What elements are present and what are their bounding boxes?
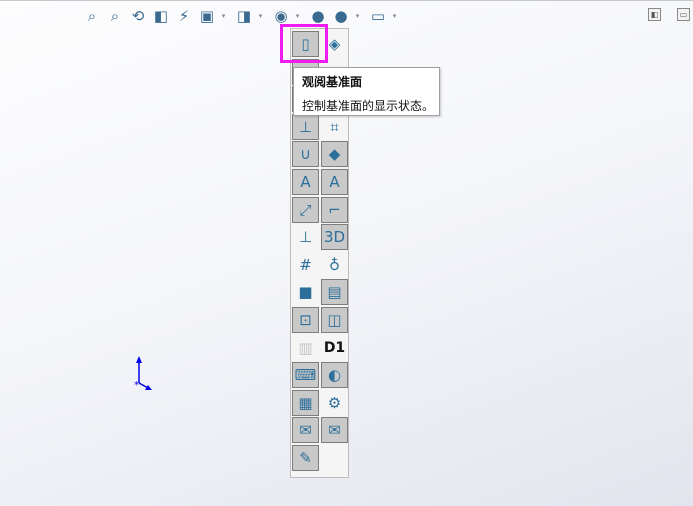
view-decals-icon: ▤ bbox=[327, 283, 342, 302]
restore-button[interactable]: ◧ bbox=[648, 8, 661, 21]
dropdown-arrow-icon[interactable]: ▾ bbox=[391, 12, 398, 20]
view-disabled-item-button[interactable]: ▥ bbox=[292, 335, 319, 361]
view-weld-beads-button[interactable]: ▦ bbox=[292, 389, 319, 416]
view-settings-button[interactable]: ▭ bbox=[368, 6, 388, 26]
view-cameras-icon: ■ bbox=[298, 283, 313, 302]
view-annotations-button[interactable]: A bbox=[292, 168, 319, 195]
zoom-to-area-button[interactable]: ⌕ bbox=[105, 6, 125, 26]
display-style-icon: ◨ bbox=[236, 7, 252, 25]
view-parts-icon: ◫ bbox=[327, 310, 342, 329]
view-surfaces-icon: ◆ bbox=[328, 145, 341, 164]
view-disabled-item-icon: ▥ bbox=[298, 338, 313, 357]
view-sketch-relations-button[interactable]: ⊥ bbox=[292, 224, 319, 250]
view-mates-icon: ⚙ bbox=[327, 393, 342, 412]
view-sketches-icon: ⌐ bbox=[328, 200, 341, 219]
view-lights-icon: ♁ bbox=[329, 255, 340, 274]
view-grid-button[interactable]: # bbox=[292, 252, 319, 278]
tooltip: 观阅基准面 控制基准面的显示状态。 bbox=[293, 67, 440, 116]
view-center-of-mass-icon: ◐ bbox=[327, 366, 342, 385]
view-routing-points-button[interactable]: ⌨ bbox=[292, 362, 319, 389]
view-mates-button[interactable]: ⚙ bbox=[321, 390, 348, 416]
top-border bbox=[0, 0, 693, 1]
view-surfaces-button[interactable]: ◆ bbox=[321, 141, 348, 168]
view-sketch-relations-icon: ⊥ bbox=[298, 228, 313, 247]
window-buttons: ◧ ▭ bbox=[648, 8, 690, 21]
view-sketches-button[interactable]: ⌐ bbox=[321, 196, 348, 223]
view-dimension-names-button[interactable]: ⤢ bbox=[292, 196, 319, 223]
view-axes-icon: ◈ bbox=[328, 35, 341, 53]
edit-appearance-button[interactable]: ● bbox=[308, 6, 328, 26]
view-annotations-icon: A bbox=[300, 172, 311, 191]
view-coordinate-systems-button[interactable]: ⊥ bbox=[292, 113, 319, 140]
view-routing-points-icon: ⌨ bbox=[294, 366, 317, 385]
apply-scene-button[interactable]: ● bbox=[331, 6, 351, 26]
view-markups-button[interactable]: ✉ bbox=[292, 417, 319, 444]
view-3d-sketch-planes-icon: 3D bbox=[323, 228, 346, 247]
svg-text:*: * bbox=[134, 380, 139, 391]
maximize-button[interactable]: ▭ bbox=[677, 8, 690, 21]
view-all-annotations-button[interactable]: A bbox=[321, 168, 348, 195]
apply-scene-icon: ● bbox=[334, 7, 348, 25]
coordinate-triad-icon: * bbox=[134, 356, 152, 391]
view-cameras-button[interactable]: ■ bbox=[292, 279, 319, 305]
view-coordinate-systems-icon: ⊥ bbox=[298, 117, 313, 136]
dropdown-arrow-icon[interactable]: ▾ bbox=[257, 12, 264, 20]
view-sketch-text-icon: ⌗ bbox=[330, 117, 339, 136]
view-decals-button[interactable]: ▤ bbox=[321, 279, 348, 306]
view-dimension-names-icon: ⤢ bbox=[299, 200, 312, 219]
zoom-to-fit-button[interactable]: ⌕ bbox=[82, 6, 102, 26]
heads-up-view-toolbar: ⌕ ⌕ ⟲ ◧ ⚡ ▣ ▾ ◨ ▾ ◉ ▾ ● ● ▾ ▭ ▾ bbox=[82, 5, 402, 27]
view-weld-beads-icon: ▦ bbox=[298, 393, 313, 412]
view-dimension-labels-button[interactable]: D1 bbox=[321, 335, 348, 361]
previous-view-icon: ⟲ bbox=[131, 7, 145, 25]
view-curves-button[interactable]: ∪ bbox=[292, 141, 319, 168]
view-all-markups-button[interactable]: ✉ bbox=[321, 417, 348, 444]
dropdown-arrow-icon[interactable]: ▾ bbox=[294, 12, 301, 20]
highlight-box bbox=[280, 24, 328, 63]
view-markups-icon: ✉ bbox=[299, 421, 312, 440]
previous-view-button[interactable]: ⟲ bbox=[128, 6, 148, 26]
view-curves-icon: ∪ bbox=[300, 145, 311, 164]
dropdown-arrow-icon[interactable]: ▾ bbox=[220, 12, 227, 20]
zoom-to-fit-icon: ⌕ bbox=[87, 7, 97, 25]
view-lights-button[interactable]: ♁ bbox=[321, 252, 348, 278]
view-all-annotations-icon: A bbox=[329, 172, 340, 191]
hide-show-items-icon: ◉ bbox=[274, 7, 288, 25]
section-view-icon: ◧ bbox=[153, 7, 169, 25]
view-parts-button[interactable]: ◫ bbox=[321, 306, 348, 333]
dynamic-annotation-views-button[interactable]: ⚡ bbox=[174, 6, 194, 26]
dynamic-annotation-views-icon: ⚡ bbox=[178, 7, 190, 25]
view-connection-points-button[interactable]: ⊡ bbox=[292, 306, 319, 333]
section-view-button[interactable]: ◧ bbox=[151, 6, 171, 26]
view-sketch-freeform-button[interactable]: ✎ bbox=[292, 444, 319, 471]
tooltip-description: 控制基准面的显示状态。 bbox=[302, 99, 435, 113]
view-connection-points-icon: ⊡ bbox=[299, 310, 312, 329]
edit-appearance-icon: ● bbox=[311, 7, 325, 25]
view-sketch-text-button[interactable]: ⌗ bbox=[321, 114, 348, 140]
zoom-to-area-icon: ⌕ bbox=[110, 7, 120, 25]
view-settings-icon: ▭ bbox=[370, 7, 386, 25]
view-orientation-icon: ▣ bbox=[199, 7, 215, 25]
view-all-markups-icon: ✉ bbox=[328, 421, 341, 440]
view-sketch-freeform-icon: ✎ bbox=[299, 448, 312, 467]
view-grid-icon: # bbox=[299, 255, 312, 274]
view-center-of-mass-button[interactable]: ◐ bbox=[321, 362, 348, 389]
dropdown-arrow-icon[interactable]: ▾ bbox=[354, 12, 361, 20]
display-style-button[interactable]: ◨ bbox=[234, 6, 254, 26]
tooltip-title: 观阅基准面 bbox=[302, 75, 363, 89]
hide-show-items-button[interactable]: ◉ bbox=[271, 6, 291, 26]
view-orientation-button[interactable]: ▣ bbox=[197, 6, 217, 26]
view-3d-sketch-planes-button[interactable]: 3D bbox=[321, 224, 348, 251]
view-dimension-labels-icon: D1 bbox=[323, 339, 346, 356]
